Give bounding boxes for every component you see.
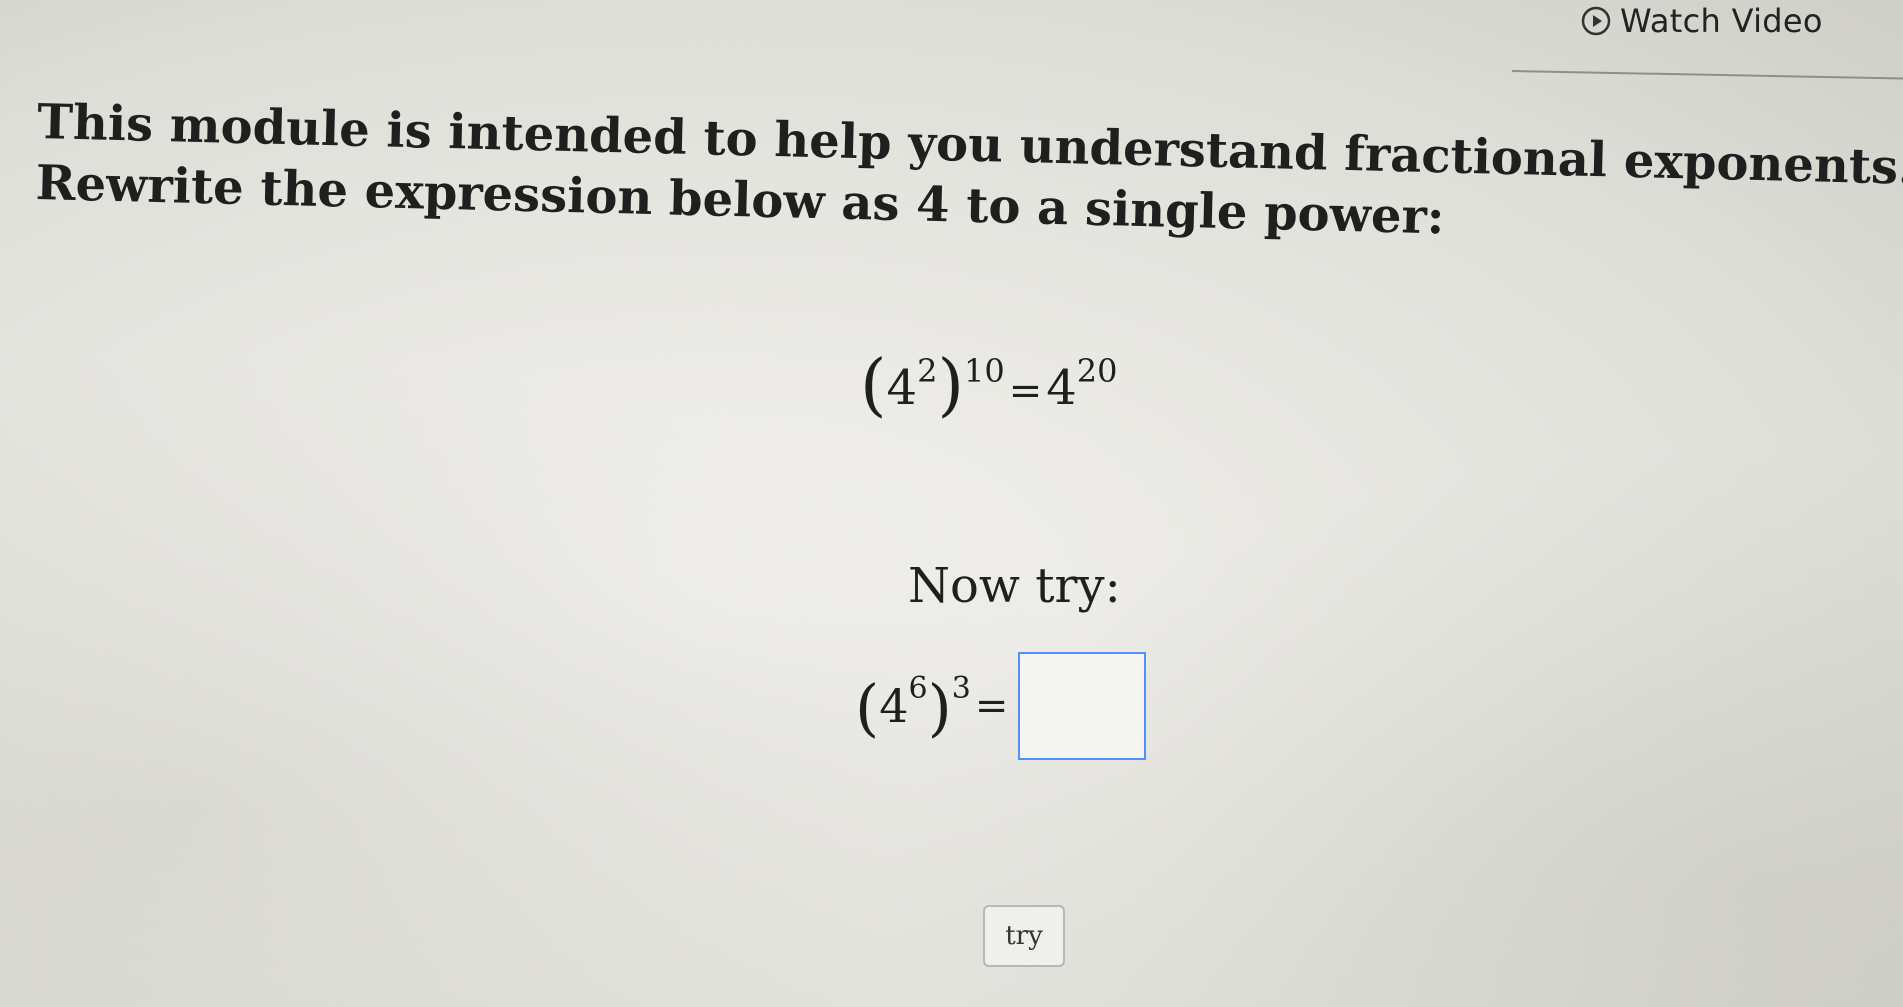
answer-input[interactable] <box>1018 652 1147 760</box>
practice-equals: = <box>974 683 1009 729</box>
practice-outer-exponent: 3 <box>951 670 971 706</box>
example-expression: ( 4 2 ) 10 = 4 20 <box>860 348 1118 420</box>
watch-video-label: Watch Video <box>1620 2 1823 40</box>
practice-open-paren: ( <box>855 671 880 744</box>
practice-close-paren: ) <box>927 671 952 744</box>
watch-video-link[interactable]: Watch Video <box>1580 2 1823 40</box>
header-divider <box>1511 70 1903 80</box>
example-result-base: 4 <box>1046 360 1077 416</box>
play-circle-icon <box>1580 5 1612 37</box>
open-paren: ( <box>860 346 887 425</box>
practice-inner-exponent: 6 <box>908 670 928 706</box>
practice-base: 4 <box>879 679 909 733</box>
example-result-exponent: 20 <box>1076 352 1118 390</box>
instructions: This module is intended to help you unde… <box>35 92 1903 259</box>
try-button[interactable]: try <box>983 905 1065 967</box>
example-base: 4 <box>886 360 918 416</box>
top-bar: Watch Video <box>1511 0 1903 86</box>
example-inner-exponent: 2 <box>917 352 938 390</box>
now-try-label: Now try: <box>908 558 1121 614</box>
example-outer-exponent: 10 <box>963 352 1005 390</box>
close-paren: ) <box>937 346 964 425</box>
example-equals: = <box>1008 368 1043 414</box>
practice-expression: ( 4 6 ) 3 = <box>855 652 1147 760</box>
